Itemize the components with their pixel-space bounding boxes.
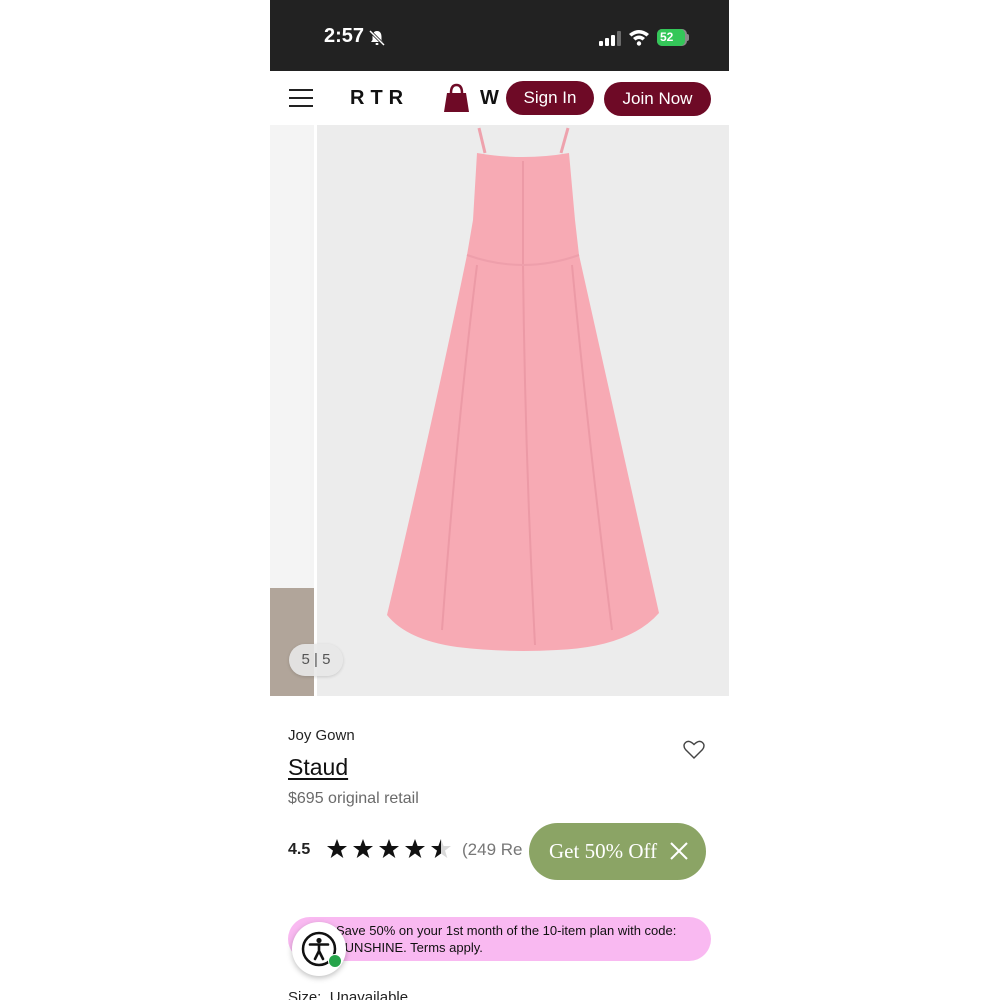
join-now-button[interactable]: Join Now — [604, 82, 711, 116]
discount-chip-label: Get 50% Off — [549, 839, 658, 863]
discount-chip[interactable]: Get 50% Off — [529, 823, 706, 880]
product-image-gallery[interactable]: 5 | 5 — [270, 125, 729, 696]
promo-banner[interactable]: Save 50% on your 1st month of the 10-ite… — [288, 917, 711, 961]
phone-screen: 2:57 52 RTR W Sign In Join Now 5 | 5 Joy… — [270, 0, 729, 1000]
product-photo[interactable] — [317, 125, 729, 696]
designer-link[interactable]: Staud — [288, 754, 348, 781]
star-icon — [353, 839, 373, 858]
size-label: Size: — [288, 989, 322, 1000]
site-header: RTR W Sign In Join Now — [270, 71, 729, 126]
wifi-icon — [629, 30, 649, 46]
image-counter: 5 | 5 — [289, 644, 343, 676]
accessibility-button[interactable] — [292, 922, 346, 976]
bell-slash-icon — [368, 29, 386, 47]
reviews-count-link[interactable]: (249 Re — [462, 840, 522, 860]
battery-icon: 52 — [657, 29, 689, 46]
status-bar: 2:57 52 — [270, 0, 729, 71]
rtr-logo[interactable]: RTR — [350, 87, 409, 110]
size-value: Unavailable — [329, 989, 409, 1000]
check-badge — [328, 954, 342, 968]
size-selector[interactable]: Size: Unavailable — [288, 989, 408, 1000]
heart-icon[interactable] — [683, 740, 705, 760]
close-icon[interactable] — [669, 841, 689, 861]
status-time: 2:57 — [324, 25, 365, 47]
partial-logo: W — [480, 87, 499, 109]
bag-icon[interactable] — [443, 83, 470, 113]
star-icon — [405, 839, 425, 858]
rating-value: 4.5 — [288, 841, 311, 858]
sign-in-button[interactable]: Sign In — [506, 81, 594, 115]
signal-icon — [599, 31, 621, 46]
previous-product-photo[interactable] — [270, 125, 314, 696]
dress-image — [387, 127, 659, 651]
retail-price: $695 original retail — [288, 790, 419, 807]
battery-level: 52 — [657, 29, 685, 46]
product-name: Joy Gown — [288, 727, 355, 744]
star-icon — [327, 839, 347, 858]
promo-banner-text: Save 50% on your 1st month of the 10-ite… — [336, 923, 677, 955]
menu-icon[interactable] — [289, 89, 313, 109]
star-icon — [431, 839, 451, 858]
star-icon — [379, 839, 399, 858]
